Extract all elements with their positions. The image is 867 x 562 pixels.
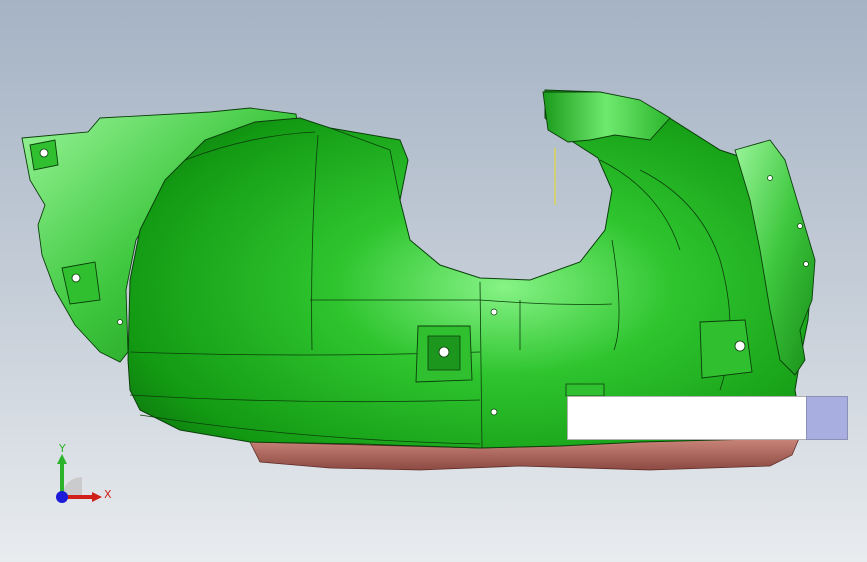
- cad-part-model[interactable]: [0, 0, 867, 562]
- clip-bracket: [565, 383, 605, 397]
- main-shell: [127, 89, 813, 449]
- x-axis-label: X: [104, 488, 112, 501]
- y-axis-label: Y: [59, 442, 66, 455]
- top-duct: [542, 91, 671, 143]
- mounting-pad-center: [415, 325, 473, 383]
- coordinate-triad: Y X: [40, 440, 120, 520]
- overlay-panel: [567, 396, 807, 440]
- mounting-pad-right: [699, 319, 753, 379]
- graphics-viewport[interactable]: Y X: [0, 0, 867, 562]
- overlay-tab: [806, 396, 848, 440]
- triad-graphic: [56, 454, 102, 503]
